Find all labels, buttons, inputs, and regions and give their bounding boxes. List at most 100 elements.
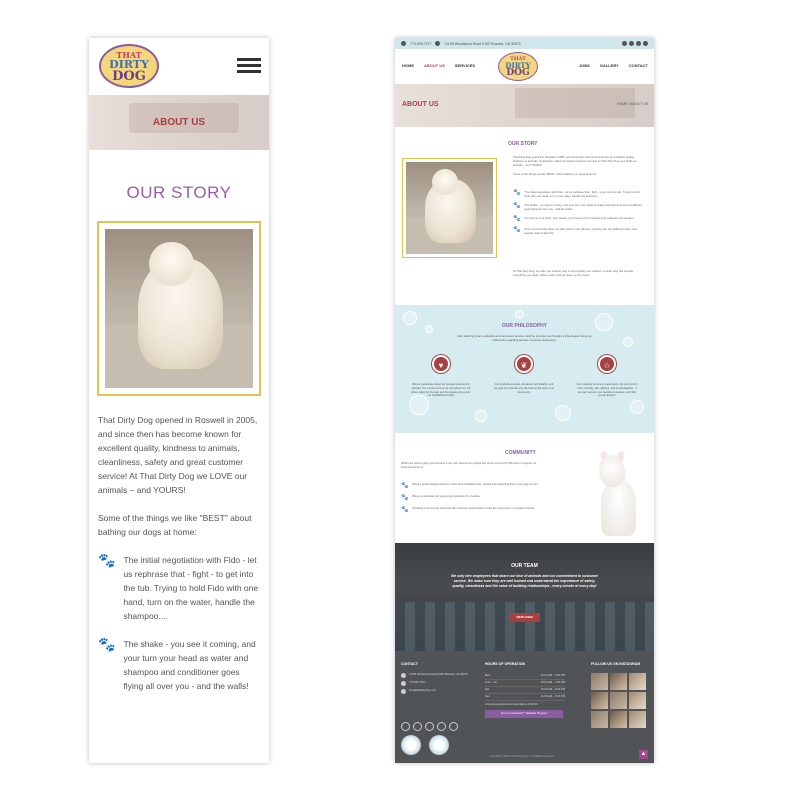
hours-day: Mon xyxy=(485,674,491,677)
section-title-philosophy: OUR PHILOSOPHY xyxy=(501,323,548,329)
paw-icon: 🐾 xyxy=(513,227,521,233)
paw-icon: 🐾 xyxy=(98,636,116,652)
list-item-text: It's hard on your back, your hands, your… xyxy=(524,216,634,220)
logo-text-line3: DOG xyxy=(112,69,146,84)
story-closing: At That Dirty Dog, we offer you a better… xyxy=(513,269,634,277)
list-item: 🐾 The shake - you see it coming, and your… xyxy=(513,203,645,211)
paw-icon: 🐾 xyxy=(401,495,409,501)
nav-jobs[interactable]: JOBS xyxy=(579,63,590,68)
philosophy-text: We are passionate about the humane treat… xyxy=(411,383,471,398)
story-photo-frame xyxy=(97,221,261,396)
site-footer: CONTACT HOURS OF OPERATION FOLLOW US ON … xyxy=(395,651,654,763)
location-icon xyxy=(435,41,441,46)
list-item: 🐾 Being a great business partner to other… xyxy=(401,483,541,489)
heart-icon: ♥ xyxy=(432,355,450,373)
story-text: That Dirty Dog opened in Roswell in 2005… xyxy=(89,413,269,539)
footer-instagram-title: FOLLOW US ON INSTAGRAM xyxy=(591,662,641,666)
hours-time: 11:00 AM – 5:00 PM xyxy=(540,695,565,698)
view-jobs-button[interactable]: VIEW JOBS xyxy=(509,613,540,622)
instagram-photo[interactable] xyxy=(591,673,608,690)
site-logo[interactable]: THAT DIRTY DOG xyxy=(99,44,159,88)
nav-gallery[interactable]: GALLERY xyxy=(600,63,619,68)
email-icon xyxy=(401,689,406,694)
team-section: OUR TEAM We only hire employees that sha… xyxy=(395,543,654,651)
phone-icon xyxy=(401,681,406,686)
footer-hours: Mon 10:00 AM – 6:00 PM Tues – Fri 10:00 AM… xyxy=(485,673,565,718)
leaf-icon: ❦ xyxy=(515,355,533,373)
award-badge xyxy=(429,735,449,755)
main-nav: HOME ABOUT US SERVICES THAT DIRTY DOG JO… xyxy=(395,49,654,84)
topbar-address[interactable]: 11155 Woodstock Road #190 Roswell, GA 30… xyxy=(444,42,520,46)
instagram-photo[interactable] xyxy=(610,711,627,728)
philosophy-section: OUR PHILOSOPHY After realizing what a va… xyxy=(395,305,654,433)
philosophy-text: Our customer service is, paws down, the … xyxy=(576,383,638,398)
list-item-text: The initial negotiation with Fido - let … xyxy=(524,190,640,198)
instagram-photo[interactable] xyxy=(629,673,646,690)
story-paragraph: Some of the things we like "BEST" about … xyxy=(513,171,597,176)
philosophy-text: Our products are safe, all-natural, and … xyxy=(493,383,555,394)
nav-contact[interactable]: CONTACT xyxy=(629,63,648,68)
nav-services[interactable]: SERVICES xyxy=(455,63,475,68)
twitter-icon[interactable] xyxy=(413,722,422,731)
topbar-social xyxy=(622,41,648,46)
list-item: 🐾 Donating to community clubs that offer … xyxy=(401,507,541,513)
list-item: 🐾 It's hard on your back, your hands, you… xyxy=(513,216,645,222)
hours-day: Sat xyxy=(485,688,490,691)
philosophy-column: ☆ Our customer service is, paws down, th… xyxy=(576,355,638,398)
paw-icon: 🐾 xyxy=(401,507,409,513)
google-icon[interactable] xyxy=(449,722,458,731)
site-logo[interactable]: THAT DIRTY DOG xyxy=(498,52,538,81)
story-text: That Dirty Dog opened in Roswell in 2005… xyxy=(513,155,645,180)
copyright: Copyright © 2017 That Dirty Dog Inc. All… xyxy=(490,755,555,758)
facebook-icon[interactable] xyxy=(622,41,627,46)
mobile-header: THAT DIRTY DOG xyxy=(89,38,269,95)
footer-email[interactable]: info@thatdirtydog.com xyxy=(409,689,436,693)
footer-address[interactable]: 11155 Woodstock Road #190 Roswell, GA 30… xyxy=(409,673,468,677)
yelp-icon[interactable] xyxy=(437,722,446,731)
instagram-photo[interactable] xyxy=(610,692,627,709)
nav-home[interactable]: HOME xyxy=(402,63,414,68)
breadcrumb[interactable]: HOME / ABOUT US xyxy=(617,102,648,106)
instagram-photo[interactable] xyxy=(629,711,646,728)
logo-text-line3: DOG xyxy=(506,68,530,78)
topbar-phone[interactable]: 770.993.7977 xyxy=(410,42,431,46)
hamburger-menu-icon[interactable] xyxy=(237,58,261,74)
section-title-community: COMMUNITY xyxy=(505,450,536,456)
nav-about-us[interactable]: ABOUT US xyxy=(424,63,445,68)
philosophy-column: ❦ Our products are safe, all-natural, an… xyxy=(493,355,555,394)
hours-note: Grooming appointments start daily at 8:3… xyxy=(485,703,538,706)
list-item-text: Being a great business partner to other … xyxy=(412,483,539,486)
instagram-photo[interactable] xyxy=(629,692,646,709)
paw-icon: 🐾 xyxy=(513,203,521,209)
star-icon: ☆ xyxy=(598,355,616,373)
community-section: COMMUNITY What's the point of going into… xyxy=(395,433,654,543)
list-item-text: Donating to community clubs that offer v… xyxy=(412,507,535,510)
list-item: 🐾 The shake - you see it coming, and your… xyxy=(98,637,260,693)
page-banner: ABOUT US xyxy=(89,95,269,150)
list-item: 🐾 Being an advocate and supporting fundra… xyxy=(401,495,541,501)
top-bar: 770.993.7977 11155 Woodstock Road #190 R… xyxy=(395,38,654,49)
footer-contact-title: CONTACT xyxy=(401,662,418,666)
community-list: 🐾 Being a great business partner to other… xyxy=(401,483,541,519)
facebook-icon[interactable] xyxy=(401,722,410,731)
footer-badges xyxy=(401,735,449,755)
desktop-mockup: 770.993.7977 11155 Woodstock Road #190 R… xyxy=(395,38,654,763)
footer-phone[interactable]: 770.993.7977 xyxy=(409,681,425,685)
back-to-top-icon[interactable]: ▲ xyxy=(639,750,648,759)
instagram-photo[interactable] xyxy=(591,692,608,709)
yelp-icon[interactable] xyxy=(643,41,648,46)
hours-time: 10:00 AM – 6:00 PM xyxy=(540,688,565,691)
team-text: We only hire employees that share our lo… xyxy=(451,574,598,588)
instagram-grid xyxy=(591,673,647,728)
instagram-icon[interactable] xyxy=(636,41,641,46)
instagram-photo[interactable] xyxy=(610,673,627,690)
page-banner: ABOUT US HOME / ABOUT US xyxy=(395,84,654,127)
instagram-photo[interactable] xyxy=(591,711,608,728)
instagram-icon[interactable] xyxy=(425,722,434,731)
twitter-icon[interactable] xyxy=(629,41,634,46)
award-badge xyxy=(401,735,421,755)
rewards-program-button[interactable]: Join our Freshness™ Rewards Program! xyxy=(485,710,563,718)
story-section: OUR STORY That Dirty Dog opened in Roswe… xyxy=(395,127,654,305)
community-intro: What's the point of going into business … xyxy=(401,462,537,469)
list-item-text: The initial negotiation with Fido - let … xyxy=(123,555,259,621)
